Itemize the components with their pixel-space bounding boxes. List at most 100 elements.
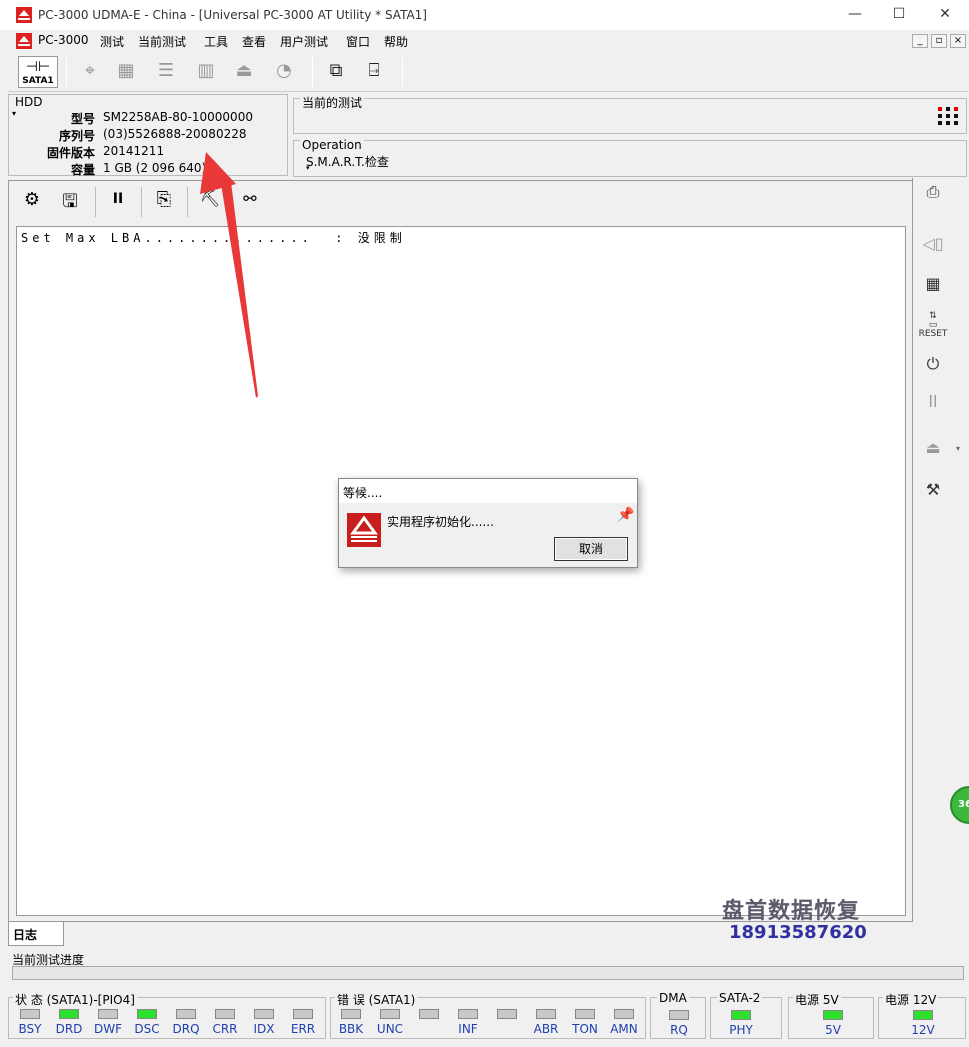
led-phy-label: PHY [729, 1023, 753, 1037]
log-output[interactable]: Set Max LBA............... : 没限制 [16, 226, 906, 916]
title-bar: PC-3000 UDMA-E - China - [Universal PC-3… [0, 0, 969, 30]
minimize-button[interactable]: — [845, 6, 865, 24]
pin-icon[interactable]: 📌 [617, 507, 634, 523]
led-label: DRQ [172, 1022, 200, 1036]
settings-icon[interactable]: ⚙ [19, 189, 45, 215]
led-label: TON [572, 1022, 598, 1036]
annotation-arrow [200, 152, 258, 398]
power-5v-label: 电源 5V [793, 991, 841, 1008]
led-rq-label: RQ [670, 1023, 688, 1037]
led-amn [614, 1009, 634, 1019]
menu-pc3000[interactable]: PC-3000 [38, 33, 88, 47]
led-rq [669, 1010, 689, 1020]
sata-port-button[interactable]: ⊣⊢ SATA1 [18, 56, 58, 88]
menu-help[interactable]: 帮助 [384, 33, 408, 50]
toolbar-separator [402, 57, 403, 87]
floating-badge[interactable]: 36 [950, 786, 969, 824]
exit-icon[interactable]: ⍈ [356, 56, 392, 88]
sidebar-divider [912, 178, 913, 918]
menu-test[interactable]: 测试 [100, 33, 124, 50]
menu-current-test[interactable]: 当前测试 [138, 33, 186, 50]
current-test-label: 当前的测试 [300, 94, 365, 111]
dma-panel: DMA RQ [650, 991, 706, 1039]
mdi-restore-button[interactable]: ▫ [931, 34, 947, 48]
board-icon[interactable]: ▦ [918, 274, 948, 302]
watermark-phone: 18913587620 [729, 922, 867, 943]
save-icon[interactable]: 🖫 [57, 189, 83, 215]
close-button[interactable]: ✕ [935, 6, 955, 24]
dialog-title-bar: 等候.... [339, 479, 637, 503]
operation-label: Operation [300, 138, 364, 152]
menu-view[interactable]: 查看 [242, 33, 266, 50]
led-label: DWF [93, 1022, 122, 1036]
tools-icon[interactable]: ⚒ [918, 480, 948, 508]
power-switch-icon[interactable]: ⏻ [918, 354, 948, 382]
sound-icon[interactable]: ◁▯ [918, 234, 948, 262]
toolbar-separator [66, 57, 67, 87]
toolbar-separator [312, 57, 313, 87]
led-label: BSY [18, 1022, 42, 1036]
head-icon[interactable]: ⌖ [72, 56, 108, 88]
led-label: AMN [610, 1022, 638, 1036]
led-bsy [20, 1009, 40, 1019]
pause-icon[interactable]: II [105, 191, 131, 217]
current-test-panel: 当前的测试 [293, 94, 967, 134]
dropdown-arrow-icon[interactable]: ▾ [306, 164, 310, 172]
toolbar-separator [95, 187, 96, 217]
capacity-value: 1 GB (2 096 640) [103, 161, 207, 175]
led-label: ABR [533, 1022, 559, 1036]
led-label: IDX [253, 1022, 275, 1036]
firmware-value: 20141211 [103, 144, 165, 158]
led-12v-label: 12V [911, 1023, 935, 1037]
menu-user-test[interactable]: 用户测试 [280, 33, 328, 50]
status-group-label: 状 态 (SATA1)-[PIO4] [13, 991, 137, 1008]
chip-icon[interactable]: ▦ [108, 56, 144, 88]
pause-icon[interactable]: ll [918, 392, 948, 420]
led-5v [823, 1010, 843, 1020]
windows-icon[interactable]: ⧉ [318, 56, 354, 88]
scroll-icon[interactable]: ⎙ [918, 182, 948, 210]
power-12v-label: 电源 12V [883, 991, 939, 1008]
led-abr [536, 1009, 556, 1019]
led-blank [497, 1009, 517, 1019]
led-drd [59, 1009, 79, 1019]
serial-value: (03)5526888-20080228 [103, 127, 247, 141]
led-label: BBK [338, 1022, 364, 1036]
led-label: DSC [134, 1022, 160, 1036]
sata2-group-label: SATA-2 [717, 991, 763, 1005]
wait-dialog: 等候.... 实用程序初始化...... 📌 取消 [338, 478, 638, 568]
dma-group-label: DMA [657, 991, 689, 1005]
mdi-close-button[interactable]: × [950, 34, 966, 48]
bar-chart-icon[interactable]: ▥ [188, 56, 224, 88]
menu-tools[interactable]: 工具 [204, 33, 228, 50]
menu-app-icon[interactable] [16, 33, 32, 49]
head-park-icon[interactable]: ⏏ [918, 438, 948, 466]
app-logo-icon [16, 7, 32, 23]
tower-icon[interactable]: ⏏ [226, 56, 262, 88]
menu-window[interactable]: 窗口 [346, 33, 370, 50]
reset-button[interactable]: ⇅ ▭ RESET [918, 312, 948, 340]
power-5v-panel: 电源 5V 5V [788, 991, 874, 1039]
menu-bar: PC-3000 测试 当前测试 工具 查看 用户测试 窗口 帮助 _ ▫ × [0, 30, 969, 52]
grid-menu-icon[interactable] [936, 105, 960, 127]
error-group-label: 错 误 (SATA1) [335, 991, 418, 1008]
led-blank [419, 1009, 439, 1019]
tab-log-label: 日志 [13, 928, 38, 942]
cancel-button[interactable]: 取消 [554, 537, 628, 561]
led-phy [731, 1010, 751, 1020]
led-ton [575, 1009, 595, 1019]
toolbar-separator [187, 187, 188, 217]
operation-panel: Operation S.M.A.R.T.检查 ▾ [293, 138, 967, 177]
operation-value: S.M.A.R.T.检查 [306, 155, 389, 169]
copy-icon[interactable]: ⎘ [151, 189, 177, 215]
led-unc [380, 1009, 400, 1019]
list-icon[interactable]: ☰ [148, 56, 184, 88]
power-12v-panel: 电源 12V 12V [878, 991, 966, 1039]
dropdown-arrow-icon[interactable]: ▾ [956, 444, 960, 453]
led-bbk [341, 1009, 361, 1019]
sata2-panel: SATA-2 PHY [710, 991, 782, 1039]
disk-icon[interactable]: ◔ [266, 56, 302, 88]
mdi-minimize-button[interactable]: _ [912, 34, 928, 48]
tab-log[interactable]: 日志 [8, 922, 64, 946]
maximize-button[interactable]: ☐ [889, 6, 909, 24]
